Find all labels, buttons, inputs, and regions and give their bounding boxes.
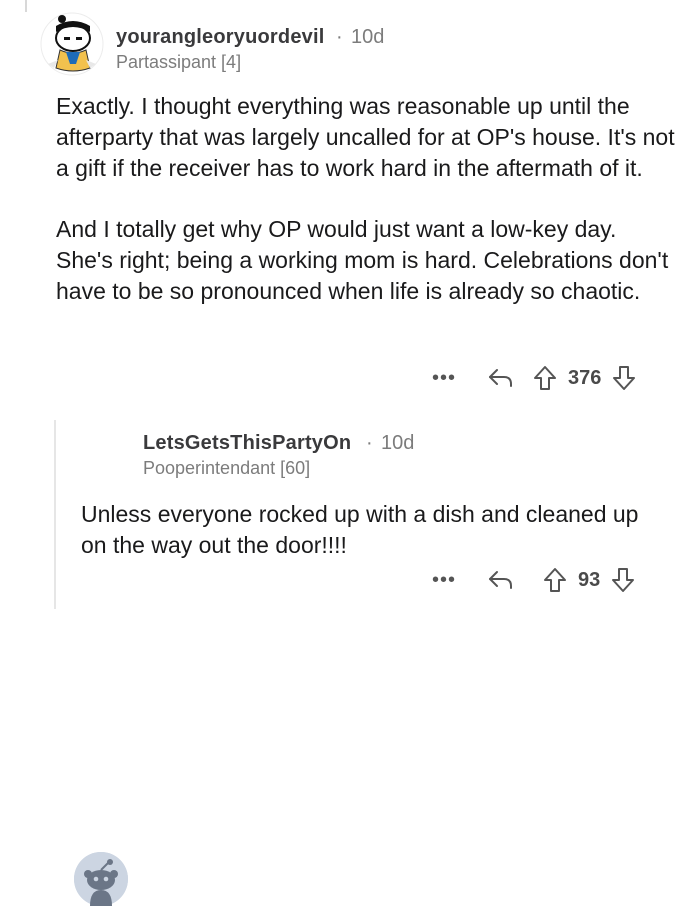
downvote-arrow-icon: [613, 366, 636, 390]
more-options-button[interactable]: •••: [426, 363, 462, 393]
upvote-arrow-icon: [534, 366, 556, 390]
user-flair: Pooperintendant [60]: [143, 458, 311, 478]
comment-reply: LetsGetsThisPartyOn · 10d Pooperintendan…: [0, 420, 700, 906]
comment-paragraph: Unless everyone rocked up with a dish an…: [81, 501, 639, 558]
comment-username[interactable]: yourangleoryuordevil: [116, 26, 325, 49]
reply-arrow-icon: [489, 369, 512, 387]
upvote-button[interactable]: [538, 565, 572, 595]
downvote-arrow-icon: [612, 568, 635, 592]
comment-paragraph: Exactly. I thought everything was reason…: [56, 93, 675, 181]
user-avatar[interactable]: [40, 12, 104, 76]
default-snoo-icon: [74, 852, 128, 906]
reply-button[interactable]: [484, 363, 518, 393]
comment-actions: ••• 376: [426, 363, 641, 393]
vote-score: 376: [568, 366, 602, 389]
user-avatar[interactable]: [74, 852, 128, 906]
upvote-button[interactable]: [528, 363, 562, 393]
reply-arrow-icon: [489, 571, 512, 589]
comment-timestamp: 10d: [381, 432, 415, 454]
comment-actions: ••• 93: [426, 565, 640, 595]
comment-username[interactable]: LetsGetsThisPartyOn: [143, 432, 351, 455]
comment-paragraph: And I totally get why OP would just want…: [56, 216, 669, 304]
comment-timestamp: 10d: [351, 26, 385, 48]
comment-body: Unless everyone rocked up with a dish an…: [81, 499, 641, 561]
downvote-button[interactable]: [606, 565, 640, 595]
meta-separator: ·: [366, 432, 373, 454]
reply-button[interactable]: [484, 565, 518, 595]
comment: yourangleoryuordevil · 10d Partassipant …: [0, 0, 700, 420]
meta-separator: ·: [336, 26, 343, 48]
upvote-arrow-icon: [544, 568, 566, 592]
user-flair: Partassipant [4]: [116, 52, 242, 72]
snoo-character-icon: [40, 12, 104, 76]
downvote-button[interactable]: [607, 363, 641, 393]
vote-score: 93: [578, 568, 601, 591]
comment-body: Exactly. I thought everything was reason…: [56, 91, 676, 307]
more-options-button[interactable]: •••: [426, 565, 462, 595]
